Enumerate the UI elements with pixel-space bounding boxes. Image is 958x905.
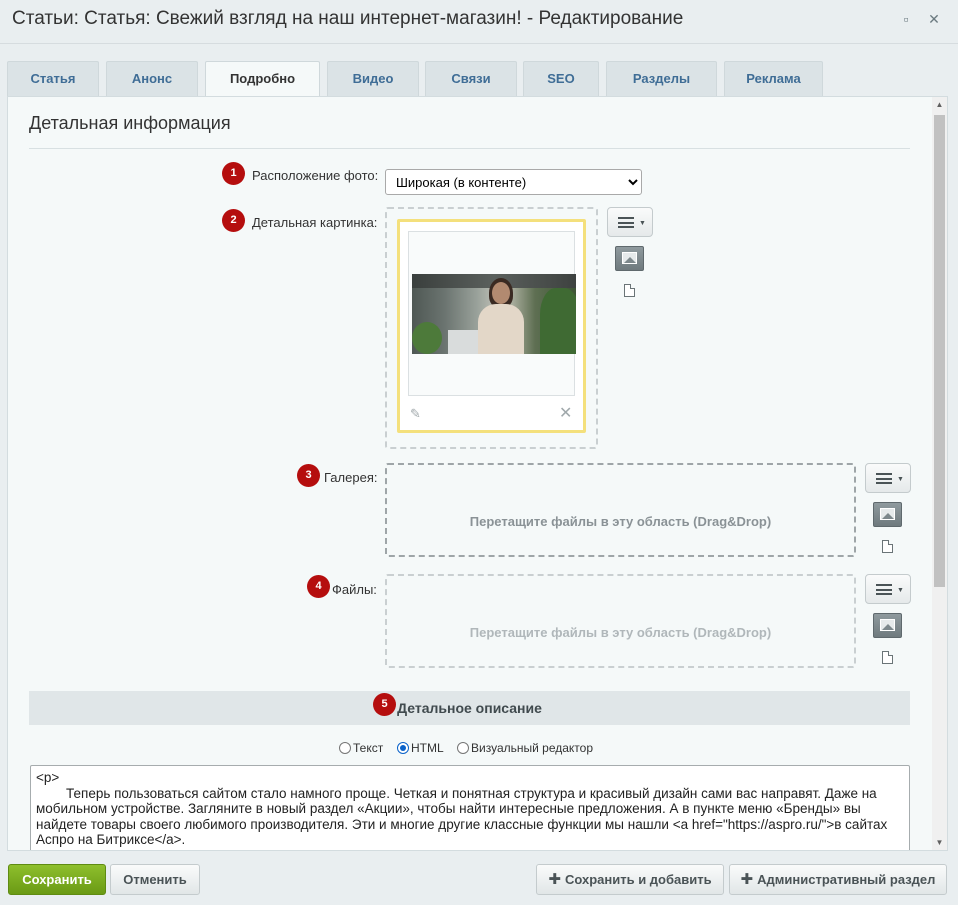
detail-picture-thumbnail[interactable] bbox=[412, 274, 576, 354]
details-panel: Детальная информация 1 Расположение фото… bbox=[7, 96, 948, 851]
close-icon[interactable]: ✕ bbox=[926, 11, 942, 27]
admin-section-button[interactable]: ✚ Административный раздел bbox=[729, 864, 947, 895]
save-and-add-button[interactable]: ✚ Сохранить и добавить bbox=[536, 864, 724, 895]
description-header: Детальное описание bbox=[29, 691, 910, 725]
cancel-button[interactable]: Отменить bbox=[110, 864, 200, 895]
tab-video[interactable]: Видео bbox=[327, 61, 419, 97]
menu-icon bbox=[876, 584, 892, 595]
step-badge-4: 4 bbox=[307, 575, 330, 598]
scrollbar-thumb[interactable] bbox=[934, 115, 945, 587]
mode-visual-radio[interactable]: Визуальный редактор bbox=[457, 741, 593, 755]
detail-picture-image-button[interactable] bbox=[615, 246, 644, 271]
tab-ads[interactable]: Реклама bbox=[724, 61, 823, 97]
save-button[interactable]: Сохранить bbox=[8, 864, 106, 895]
scroll-up-icon[interactable]: ▲ bbox=[932, 97, 947, 112]
mode-text-radio[interactable]: Текст bbox=[339, 741, 383, 755]
divider bbox=[29, 148, 910, 149]
files-label: Файлы: bbox=[332, 582, 377, 597]
files-image-button[interactable] bbox=[873, 613, 902, 638]
photo-position-label: Расположение фото: bbox=[252, 168, 379, 183]
delete-icon[interactable]: ✕ bbox=[559, 403, 572, 423]
panel-scrollbar[interactable]: ▲ ▼ bbox=[932, 97, 947, 850]
window-title: Статьи: Статья: Свежий взгляд на наш инт… bbox=[12, 8, 684, 29]
step-badge-1: 1 bbox=[222, 162, 245, 185]
maximize-icon[interactable]: ▫ bbox=[898, 11, 914, 27]
detail-picture-card: ✎ ✕ bbox=[397, 219, 586, 433]
image-icon bbox=[622, 252, 637, 264]
scroll-down-icon[interactable]: ▼ bbox=[932, 835, 947, 850]
gallery-dropzone-text: Перетащите файлы в эту область (Drag&Dro… bbox=[469, 514, 772, 529]
tab-links[interactable]: Связи bbox=[425, 61, 517, 97]
file-icon[interactable] bbox=[882, 651, 893, 664]
gallery-image-button[interactable] bbox=[873, 502, 902, 527]
window-titlebar: Статьи: Статья: Свежий взгляд на наш инт… bbox=[0, 0, 958, 44]
plus-icon: ✚ bbox=[740, 871, 754, 888]
image-frame bbox=[408, 231, 576, 396]
tab-details[interactable]: Подробно bbox=[205, 61, 320, 98]
tab-announce[interactable]: Анонс bbox=[106, 61, 198, 97]
files-dropzone[interactable]: Перетащите файлы в эту область (Drag&Dro… bbox=[385, 574, 856, 668]
detail-picture-label: Детальная картинка: bbox=[252, 215, 378, 230]
step-badge-2: 2 bbox=[222, 209, 245, 232]
gallery-menu-button[interactable]: ▼ bbox=[865, 463, 911, 493]
gallery-label: Галерея: bbox=[324, 470, 378, 485]
mode-html-radio[interactable]: HTML bbox=[397, 741, 444, 755]
section-title: Детальная информация bbox=[29, 113, 231, 133]
pencil-icon[interactable]: ✎ bbox=[410, 406, 421, 422]
chevron-down-icon: ▼ bbox=[897, 587, 904, 594]
tab-seo[interactable]: SEO bbox=[523, 61, 599, 97]
footer-bar: Сохранить Отменить ✚ Сохранить и добавить… bbox=[0, 851, 958, 905]
files-dropzone-text: Перетащите файлы в эту область (Drag&Dro… bbox=[469, 625, 772, 640]
plus-icon: ✚ bbox=[548, 871, 561, 888]
detail-picture-menu-button[interactable]: ▼ bbox=[607, 207, 653, 237]
file-icon[interactable] bbox=[882, 540, 893, 553]
menu-icon bbox=[876, 473, 892, 484]
gallery-dropzone[interactable]: Перетащите файлы в эту область (Drag&Dro… bbox=[385, 463, 856, 557]
image-icon bbox=[880, 619, 895, 631]
menu-icon bbox=[618, 217, 634, 228]
tab-article[interactable]: Статья bbox=[7, 61, 99, 97]
step-badge-5: 5 bbox=[373, 693, 396, 716]
files-menu-button[interactable]: ▼ bbox=[865, 574, 911, 604]
chevron-down-icon: ▼ bbox=[639, 220, 646, 227]
file-icon[interactable] bbox=[624, 284, 635, 297]
description-html-editor[interactable]: <p> Теперь пользоваться сайтом стало нам… bbox=[30, 765, 910, 850]
tab-sections[interactable]: Разделы bbox=[606, 61, 717, 97]
description-title: Детальное описание bbox=[397, 700, 542, 716]
photo-position-select[interactable]: Широкая (в контенте) bbox=[385, 169, 642, 195]
image-icon bbox=[880, 508, 895, 520]
step-badge-3: 3 bbox=[297, 464, 320, 487]
chevron-down-icon: ▼ bbox=[897, 476, 904, 483]
